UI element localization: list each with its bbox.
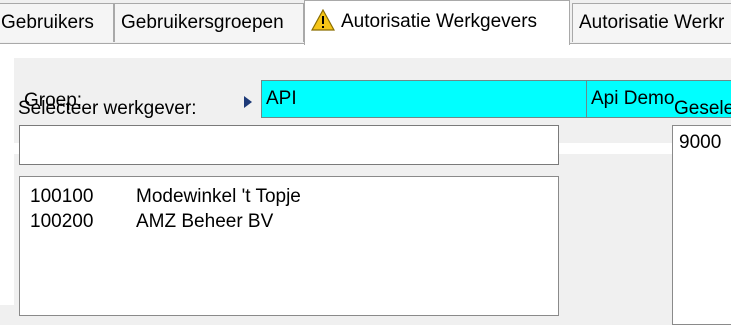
select-werkgever-label: Selecteer werkgever: (18, 98, 197, 119)
warning-icon (311, 9, 335, 31)
list-item[interactable]: 100200 AMZ Beheer BV (30, 210, 273, 234)
tab-autorisatie-werknemers[interactable]: Autorisatie Werkr (572, 3, 731, 42)
werkgever-list[interactable]: 100100 Modewinkel 't Topje 100200 AMZ Behe… (19, 176, 559, 316)
groep-code-field[interactable]: API (261, 80, 587, 118)
werkgever-name: Modewinkel 't Topje (136, 186, 301, 207)
werkgever-search-input[interactable] (19, 125, 559, 165)
list-item[interactable]: 100100 Modewinkel 't Topje (30, 185, 301, 209)
werkgever-name: AMZ Beheer BV (136, 211, 274, 232)
tab-autorisatie-werkgevers[interactable]: Autorisatie Werkgevers (304, 0, 570, 45)
werkgever-code: 100200 (30, 211, 94, 232)
list-item[interactable]: 9000 (679, 132, 721, 154)
tab-page: Groep: API Api Demo Selecteer werkgever:… (0, 44, 731, 325)
tab-label: Autorisatie Werkr (579, 12, 725, 33)
tab-gebruikers[interactable]: Gebruikers (0, 3, 114, 42)
werkgever-code: 100100 (30, 186, 94, 207)
tab-label: Gebruikersgroepen (121, 12, 284, 33)
tab-label: Autorisatie Werkgevers (341, 11, 538, 32)
geselecteerd-label: Gesele (674, 98, 731, 119)
tab-gebruikersgroepen[interactable]: Gebruikersgroepen (114, 3, 304, 42)
tab-label: Gebruikers (1, 12, 94, 33)
row-indicator-icon (244, 96, 252, 108)
tab-strip: Gebruikers Gebruikersgroepen Autorisatie… (0, 0, 731, 45)
geselecteerd-list[interactable]: 9000 (672, 125, 731, 325)
